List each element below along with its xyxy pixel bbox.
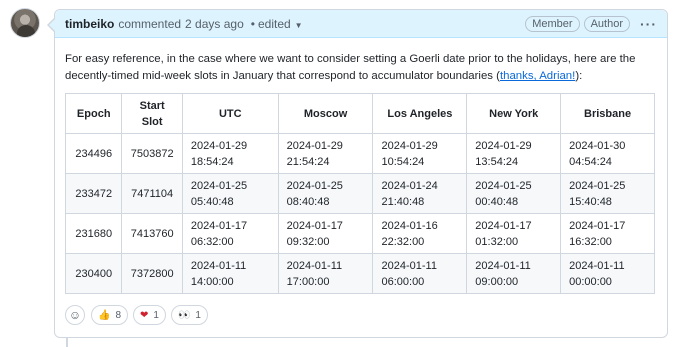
cell-los-angeles: 2024-01-29 10:54:24 bbox=[372, 133, 468, 174]
table-header-row: Epoch Start Slot UTC Moscow Los Angeles … bbox=[64, 93, 655, 134]
cell-epoch: 230400 bbox=[64, 253, 123, 294]
author-badge: Author bbox=[583, 15, 630, 32]
cell-moscow: 2024-01-11 17:00:00 bbox=[277, 253, 374, 294]
comment-box: timbeiko commented 2 days ago • edited ▼ … bbox=[47, 9, 668, 338]
reaction-eyes[interactable]: 👀 1 bbox=[170, 305, 208, 325]
cell-los-angeles: 2024-01-24 21:40:48 bbox=[372, 173, 468, 214]
header-moscow: Moscow bbox=[277, 93, 374, 134]
avatar[interactable] bbox=[10, 8, 40, 38]
thumbs-up-icon: 👍 bbox=[98, 309, 111, 321]
table-row: 234496 7503872 2024-01-29 18:54:24 2024-… bbox=[64, 133, 655, 174]
cell-new-york: 2024-01-17 01:32:00 bbox=[466, 213, 562, 254]
cell-los-angeles: 2024-01-11 06:00:00 bbox=[372, 253, 468, 294]
cell-start-slot: 7503872 bbox=[121, 133, 183, 174]
slots-table: Epoch Start Slot UTC Moscow Los Angeles … bbox=[64, 93, 655, 294]
eyes-icon: 👀 bbox=[177, 309, 191, 321]
reaction-count: 8 bbox=[115, 309, 122, 321]
cell-new-york: 2024-01-11 09:00:00 bbox=[466, 253, 562, 294]
cell-moscow: 2024-01-17 09:32:00 bbox=[277, 213, 374, 254]
header-start-slot: Start Slot bbox=[121, 93, 183, 134]
comment-header: timbeiko commented 2 days ago • edited ▼ … bbox=[55, 10, 667, 38]
cell-start-slot: 7372800 bbox=[121, 253, 183, 294]
cell-brisbane: 2024-01-25 15:40:48 bbox=[560, 173, 655, 214]
reaction-thumbs-up[interactable]: 👍 8 bbox=[91, 305, 129, 325]
timeline-line bbox=[66, 338, 68, 347]
cell-brisbane: 2024-01-30 04:54:24 bbox=[560, 133, 655, 174]
reaction-heart[interactable]: ❤ 1 bbox=[133, 305, 166, 325]
reaction-count: 1 bbox=[195, 309, 201, 321]
table-row: 230400 7372800 2024-01-11 14:00:00 2024-… bbox=[64, 253, 655, 294]
cell-los-angeles: 2024-01-16 22:32:00 bbox=[372, 213, 468, 254]
smiley-icon[interactable]: ☺ bbox=[65, 305, 85, 325]
cell-new-york: 2024-01-29 13:54:24 bbox=[466, 133, 562, 174]
table-row: 231680 7413760 2024-01-17 06:32:00 2024-… bbox=[64, 213, 655, 254]
header-brisbane: Brisbane bbox=[560, 93, 655, 134]
edited-label: edited bbox=[257, 16, 291, 31]
thanks-link[interactable]: thanks, Adrian! bbox=[500, 70, 575, 82]
comment-timestamp[interactable]: 2 days ago bbox=[185, 17, 244, 31]
author-link[interactable]: timbeiko bbox=[65, 17, 114, 31]
kebab-menu-icon[interactable]: ··· bbox=[640, 16, 657, 32]
cell-utc: 2024-01-29 18:54:24 bbox=[181, 133, 279, 174]
heart-icon: ❤ bbox=[140, 309, 149, 321]
cell-brisbane: 2024-01-17 16:32:00 bbox=[560, 213, 655, 254]
reaction-count: 1 bbox=[153, 309, 159, 321]
comment-body: For easy reference, in the case where we… bbox=[55, 38, 667, 325]
header-new-york: New York bbox=[466, 93, 562, 134]
header-epoch: Epoch bbox=[64, 93, 123, 134]
table-row: 233472 7471104 2024-01-25 05:40:48 2024-… bbox=[64, 173, 655, 214]
cell-utc: 2024-01-17 06:32:00 bbox=[181, 213, 279, 254]
cell-new-york: 2024-01-25 00:40:48 bbox=[466, 173, 562, 214]
cell-start-slot: 7413760 bbox=[121, 213, 183, 254]
cell-brisbane: 2024-01-11 00:00:00 bbox=[560, 253, 655, 294]
cell-utc: 2024-01-25 05:40:48 bbox=[181, 173, 279, 214]
cell-epoch: 233472 bbox=[64, 173, 123, 214]
cell-epoch: 234496 bbox=[64, 133, 123, 174]
separator-dot: • bbox=[250, 16, 255, 31]
cell-moscow: 2024-01-25 08:40:48 bbox=[277, 173, 374, 214]
member-badge: Member bbox=[525, 15, 580, 32]
cell-utc: 2024-01-11 14:00:00 bbox=[181, 253, 279, 294]
header-utc: UTC bbox=[181, 93, 279, 134]
caret-down-icon: ▼ bbox=[294, 20, 303, 30]
comment-action: commented bbox=[118, 16, 182, 31]
paragraph-end: ): bbox=[575, 70, 583, 82]
reactions-bar: ☺ 👍 8 ❤ 1 👀 1 bbox=[65, 305, 657, 325]
comment-paragraph: For easy reference, in the case where we… bbox=[65, 51, 657, 85]
cell-epoch: 231680 bbox=[64, 213, 123, 254]
cell-moscow: 2024-01-29 21:54:24 bbox=[277, 133, 374, 174]
cell-start-slot: 7471104 bbox=[121, 173, 183, 214]
edited-dropdown[interactable]: edited ▼ bbox=[258, 17, 303, 31]
header-los-angeles: Los Angeles bbox=[372, 93, 468, 134]
